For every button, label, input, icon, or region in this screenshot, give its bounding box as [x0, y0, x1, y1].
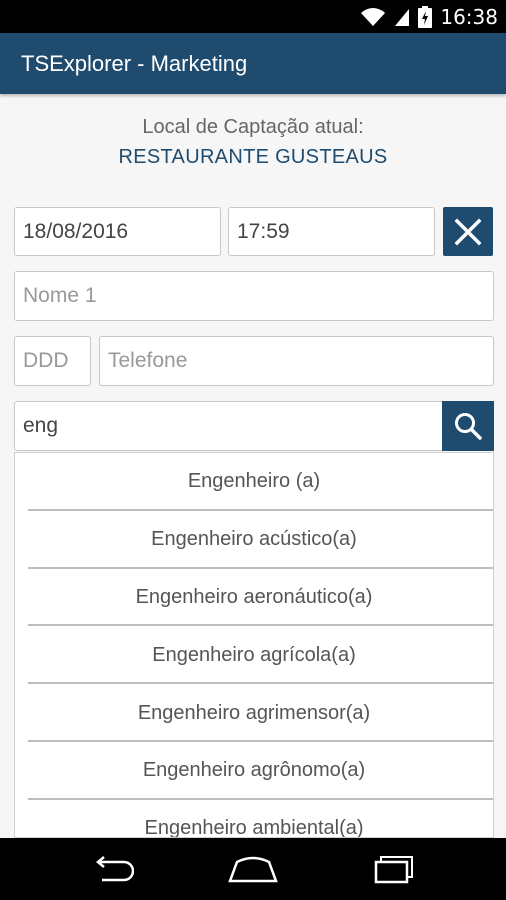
name-field[interactable]: Nome 1	[14, 271, 494, 321]
suggestion-item[interactable]: Engenheiro (a)	[15, 453, 493, 511]
status-bar: 16:38	[0, 0, 506, 33]
local-label: Local de Captação atual:	[142, 116, 364, 138]
date-field[interactable]: 18/08/2016	[14, 207, 221, 256]
suggestion-item[interactable]: Engenheiro aeronáutico(a)	[15, 569, 493, 627]
suggestion-item[interactable]: Engenheiro agrícola(a)	[15, 626, 493, 684]
local-name: RESTAURANTE GUSTEAUS	[118, 146, 388, 168]
search-button[interactable]	[442, 401, 494, 451]
phone-field[interactable]: Telefone	[99, 336, 494, 386]
signal-icon	[395, 8, 410, 26]
home-icon[interactable]	[227, 854, 279, 884]
back-icon[interactable]	[90, 855, 135, 883]
wifi-icon	[361, 7, 386, 26]
battery-icon	[418, 5, 433, 28]
ddd-field[interactable]: DDD	[14, 336, 91, 386]
clear-button[interactable]	[443, 207, 493, 256]
app-bar: TSExplorer - Marketing	[0, 33, 506, 94]
suggestions-dropdown: Engenheiro (a) Engenheiro acústico(a) En…	[14, 452, 494, 838]
recents-icon[interactable]	[372, 854, 416, 884]
time-field[interactable]: 17:59	[228, 207, 435, 256]
suggestion-item[interactable]: Engenheiro ambiental(a)	[15, 800, 493, 837]
suggestion-item[interactable]: Engenheiro agrimensor(a)	[15, 684, 493, 742]
suggestion-item[interactable]: Engenheiro agrônomo(a)	[15, 742, 493, 800]
search-icon	[455, 413, 482, 440]
app-title: TSExplorer - Marketing	[21, 50, 248, 76]
status-time: 16:38	[440, 4, 498, 29]
profession-search-input[interactable]: eng	[14, 401, 443, 451]
suggestion-item[interactable]: Engenheiro acústico(a)	[15, 511, 493, 569]
nav-bar	[0, 838, 506, 900]
close-icon	[454, 218, 482, 245]
